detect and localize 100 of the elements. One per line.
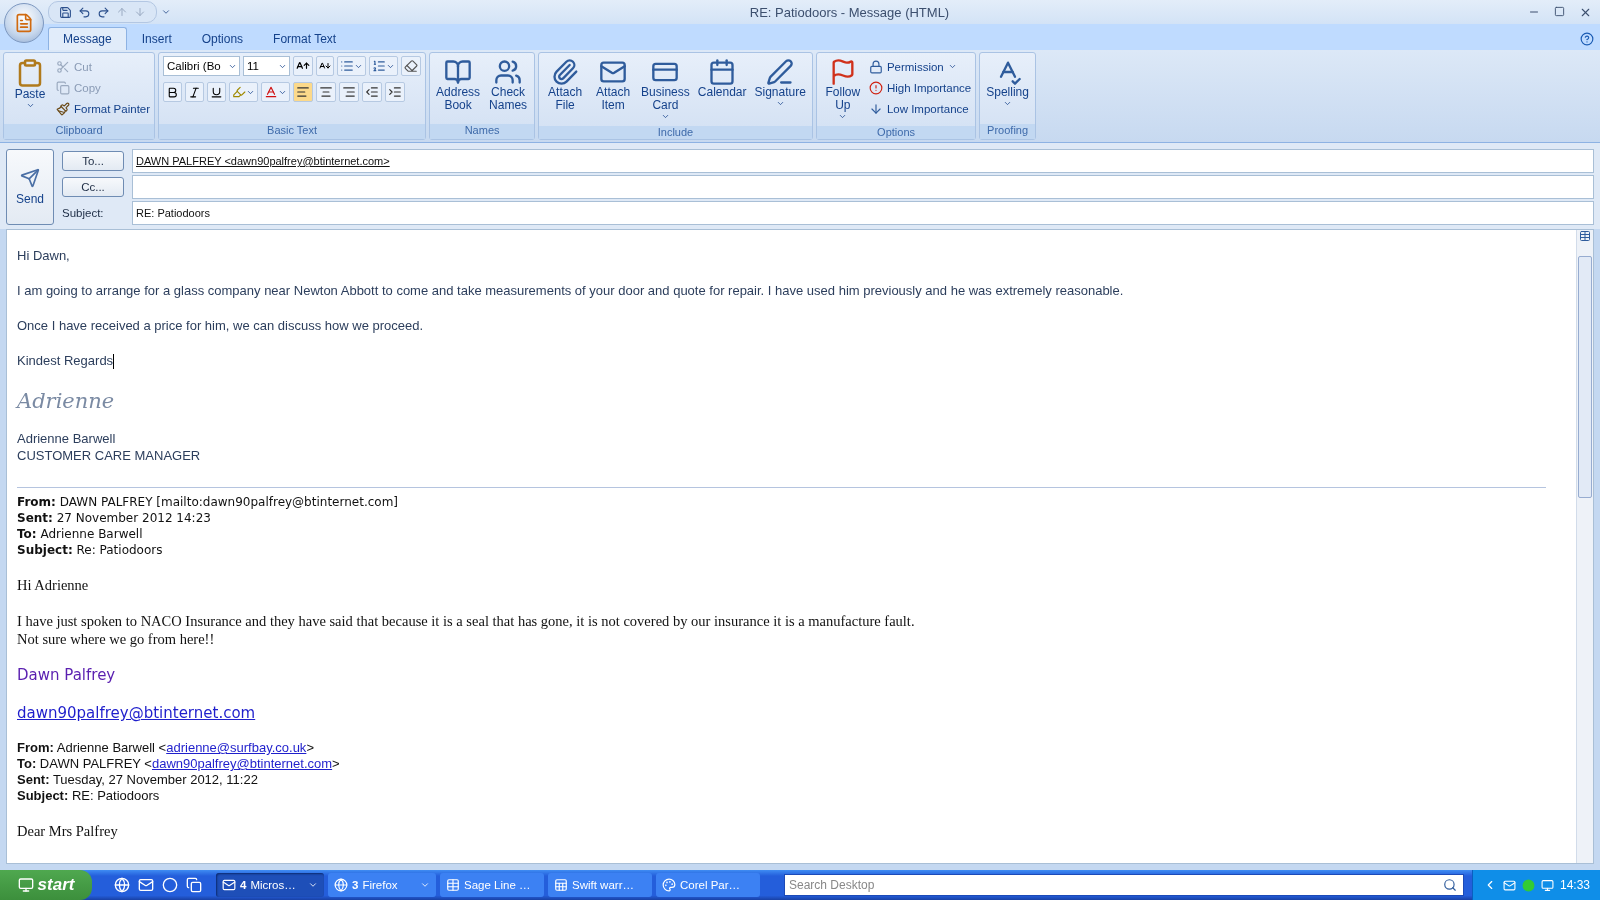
ribbon-tab[interactable]: Insert [126, 27, 187, 50]
ribbon-tab[interactable]: Format Text [258, 27, 352, 50]
email-link[interactable]: adrienne@surfbay.co.uk [166, 740, 307, 756]
envelope-icon [222, 878, 236, 892]
ribbon-tab[interactable]: Options [186, 27, 259, 50]
ribbon-button[interactable]: Calendar [695, 56, 749, 101]
indent-button[interactable] [385, 82, 406, 102]
body-text: I am going to arrange for a glass company near Newton Abbott to come and take measurements of your door and quote for repair. I have used him previously and he was extremely reasonable. [17, 283, 1125, 298]
taskbar-button[interactable]: Corel Par… [656, 873, 760, 897]
taskbar-button[interactable]: 3 Firefox [328, 873, 436, 897]
signature-line: CUSTOMER CARE MANAGER [17, 448, 202, 464]
align-right-icon [342, 85, 357, 99]
customize-icon[interactable] [161, 7, 171, 17]
ribbon-button[interactable]: Business Card [639, 56, 692, 123]
ribbon-tab[interactable]: Message [48, 27, 127, 50]
body-text: Dear Mrs Palfrey [17, 822, 119, 841]
save-icon[interactable] [59, 5, 72, 19]
paste-button[interactable]: Paste [8, 56, 52, 112]
email-link[interactable]: dawn90palfrey@btinternet.com [17, 704, 256, 723]
book-icon [444, 58, 473, 86]
ribbon-button[interactable]: Attach Item [591, 56, 636, 114]
caret-icon [838, 112, 848, 121]
align-button[interactable] [339, 82, 360, 102]
group-label: Include [539, 126, 812, 139]
signature-line: Adrienne Barwell [17, 431, 117, 447]
grow-font-button[interactable] [293, 56, 314, 76]
bold-button[interactable] [163, 82, 183, 102]
pen-icon [766, 58, 795, 86]
bold-icon [166, 85, 180, 99]
spreadsheet-icon [554, 878, 568, 892]
header-line: To: Adrienne Barwell [17, 526, 144, 543]
underline-button[interactable] [207, 82, 227, 102]
palette-icon [662, 878, 676, 892]
restore-icon[interactable] [1554, 5, 1565, 17]
redo-icon[interactable] [97, 5, 110, 19]
header-line: From: DAWN PALFREY [mailto:dawn90palfrey@btinternet.com] [17, 494, 399, 511]
subject-field[interactable]: RE: Patiodoors [132, 201, 1594, 225]
header-line: Subject: RE: Patiodoors [17, 788, 161, 805]
header-line: Subject: Re: Patiodoors [17, 542, 164, 559]
subject-label: Subject: [62, 206, 105, 221]
email-link[interactable]: dawn90palfrey@btinternet.com [151, 756, 333, 772]
ribbon-button[interactable]: Signature [752, 56, 808, 110]
ribbon-button[interactable]: Address Book [434, 56, 483, 114]
browser-icon[interactable] [114, 877, 130, 893]
ribbon-button[interactable]: Spelling [984, 56, 1031, 110]
group-label: Clipboard [4, 124, 155, 139]
header-line: Sent: Tuesday, 27 November 2012, 11:22 [17, 772, 259, 789]
header-line: Sent: 27 November 2012 14:23 [17, 510, 212, 527]
ribbon-button[interactable]: Permission [868, 56, 972, 77]
ribbon-button[interactable]: Check Names [486, 56, 531, 114]
envelope-icon[interactable] [1502, 878, 1516, 892]
ribbon-button[interactable]: Attach File [543, 56, 588, 114]
numbering-button[interactable] [369, 56, 399, 76]
handwritten-signature: Adrienne [17, 389, 116, 414]
body-text: I have just spoken to NACO Insurance and they have said that because it is a seal that has gone, it is not covered by our insurance it is a manufacture fault. [17, 612, 916, 631]
ribbon-button[interactable]: High Importance [868, 77, 972, 98]
scrollbar[interactable] [1576, 230, 1593, 863]
font-color-button[interactable] [261, 82, 291, 102]
shrink-font-button[interactable] [316, 56, 335, 76]
send-icon [20, 168, 40, 188]
search-icon[interactable] [1442, 878, 1457, 892]
search-field[interactable]: Search Desktop [784, 874, 1464, 896]
italic-button[interactable] [185, 82, 205, 102]
exclamation-icon [868, 80, 883, 95]
sender-name: Dawn Palfrey [17, 666, 117, 685]
cc-button[interactable]: Cc... [62, 177, 124, 197]
body-text: Not sure where we go from here!! [17, 630, 216, 649]
body-text: Hi Adrienne [17, 576, 90, 595]
align-button[interactable] [293, 82, 314, 102]
align-button[interactable] [316, 82, 337, 102]
ribbon-button[interactable]: Format Painter [56, 98, 151, 119]
envelope-icon[interactable] [138, 877, 154, 893]
people-icon [494, 58, 523, 86]
to-field[interactable]: DAWN PALFREY <dawn90palfrey@btinternet.com> [132, 149, 1594, 173]
outdent-button[interactable] [362, 82, 383, 102]
taskbar-button[interactable]: Sage Line … [440, 873, 544, 897]
bullet-list-icon [340, 59, 355, 73]
help-icon[interactable] [1580, 32, 1594, 46]
cc-field[interactable] [132, 175, 1594, 199]
highlighter-icon [232, 85, 247, 99]
clear-format-button[interactable] [401, 56, 422, 76]
header-line: To: DAWN PALFREY <dawn90palfrey@btinternet.com> [17, 756, 341, 773]
office-button[interactable] [4, 3, 44, 43]
copy-icon [56, 80, 70, 95]
calendar-icon [708, 58, 737, 86]
to-button[interactable]: To... [62, 151, 124, 171]
taskbar-button[interactable]: Swift warr… [548, 873, 652, 897]
ribbon-button[interactable]: Low Importance [868, 98, 972, 119]
outdent-icon [365, 85, 380, 99]
undo-icon[interactable] [78, 5, 91, 19]
globe-icon [334, 878, 348, 892]
group-label: Options [816, 126, 976, 139]
lock-icon [868, 59, 883, 74]
taskbar-button[interactable]: 4 Micros… [216, 873, 324, 897]
size-dropdown[interactable]: 11 [243, 56, 291, 76]
send-button[interactable]: Send [6, 149, 54, 225]
follow-up-button[interactable]: Follow Up [820, 56, 865, 123]
group-label: Proofing [980, 124, 1035, 139]
font-dropdown[interactable]: Calibri (Bo [163, 56, 241, 76]
italic-icon [188, 85, 202, 99]
